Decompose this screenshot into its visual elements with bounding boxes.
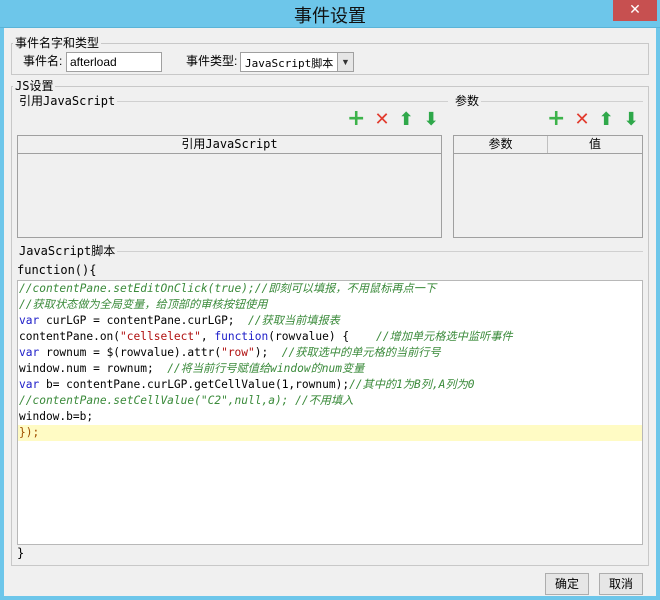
- code-token: var: [19, 378, 40, 391]
- code-line[interactable]: //contentPane.setCellValue("C2",null,a);…: [18, 393, 642, 409]
- code-token: function: [214, 330, 269, 343]
- code-token: contentPane.on(: [19, 330, 121, 343]
- code-token: window.num = rownum;: [19, 362, 168, 375]
- code-line[interactable]: var curLGP = contentPane.curLGP; //获取当前填…: [18, 313, 642, 329]
- cancel-button[interactable]: 取消: [599, 573, 643, 595]
- code-line[interactable]: window.b=b;: [18, 409, 642, 425]
- ref-js-table[interactable]: 引用JavaScript: [17, 135, 442, 238]
- ref-js-delete-icon[interactable]: ✕: [373, 111, 391, 129]
- code-token: //将当前行号赋值给window的num变量: [167, 362, 365, 375]
- code-line[interactable]: var rownum = $(rowvalue).attr("row"); //…: [18, 345, 642, 361]
- params-divider: [453, 101, 643, 102]
- code-token: //增加单元格选中监听事件: [376, 330, 513, 343]
- ref-js-move-down-icon[interactable]: ⬇: [422, 111, 440, 129]
- script-editor[interactable]: //contentPane.setEditOnClick(true);//即刻可…: [17, 280, 643, 545]
- window-title: 事件设置: [294, 6, 366, 27]
- params-move-up-icon[interactable]: ⬆: [597, 111, 615, 129]
- code-token: });: [19, 426, 40, 439]
- title-bar: 事件设置 ✕: [0, 0, 660, 28]
- code-token: //contentPane.setEditOnClick(true);//即刻可…: [19, 282, 437, 295]
- ref-js-add-icon[interactable]: +: [347, 108, 365, 130]
- params-delete-icon[interactable]: ✕: [573, 111, 591, 129]
- code-line[interactable]: var b= contentPane.curLGP.getCellValue(1…: [18, 377, 642, 393]
- code-token: //获取当前填报表: [248, 314, 340, 327]
- code-token: //其中的1为B列,A列为0: [349, 378, 475, 391]
- ref-js-legend: 引用JavaScript: [17, 94, 118, 108]
- code-token: "cellselect": [120, 330, 201, 343]
- params-column-header-name[interactable]: 参数: [454, 136, 548, 153]
- params-table-header: 参数 值: [454, 136, 642, 154]
- params-move-down-icon[interactable]: ⬇: [622, 111, 640, 129]
- event-name-label: 事件名:: [23, 54, 63, 68]
- event-type-select[interactable]: JavaScript脚本 ▼: [240, 52, 354, 72]
- code-token: ,: [200, 330, 215, 343]
- chevron-down-icon[interactable]: ▼: [337, 53, 353, 71]
- code-line[interactable]: //获取状态做为全局变量，给顶部的审核按钮使用: [18, 297, 642, 313]
- ref-js-column-header[interactable]: 引用JavaScript: [18, 136, 441, 153]
- function-close-text: }: [17, 546, 25, 560]
- params-legend: 参数: [453, 94, 482, 108]
- ref-js-table-header: 引用JavaScript: [18, 136, 441, 154]
- params-add-icon[interactable]: +: [547, 108, 565, 130]
- code-token: //获取状态做为全局变量，给顶部的审核按钮使用: [19, 298, 268, 311]
- code-token: window.b=b;: [19, 410, 94, 423]
- ref-js-move-up-icon[interactable]: ⬆: [397, 111, 415, 129]
- script-legend: JavaScript脚本: [17, 244, 118, 258]
- event-name-input[interactable]: [66, 52, 162, 72]
- event-type-label: 事件类型:: [186, 54, 238, 68]
- js-settings-legend: JS设置: [13, 79, 56, 93]
- code-line[interactable]: });: [18, 425, 642, 441]
- code-token: (rowvalue) {: [268, 330, 377, 343]
- code-token: );: [254, 346, 282, 359]
- code-token: "row": [221, 346, 255, 359]
- params-column-header-value[interactable]: 值: [548, 136, 642, 153]
- code-line[interactable]: contentPane.on("cellselect", function(ro…: [18, 329, 642, 345]
- params-table[interactable]: 参数 值: [453, 135, 643, 238]
- code-line[interactable]: window.num = rownum; //将当前行号赋值给window的nu…: [18, 361, 642, 377]
- code-token: rownum = $(rowvalue).attr(: [39, 346, 222, 359]
- function-open-text: function(){: [17, 263, 97, 277]
- code-token: //获取选中的单元格的当前行号: [281, 346, 441, 359]
- code-token: //contentPane.setCellValue("C2",null,a);…: [19, 394, 354, 407]
- event-group-legend: 事件名字和类型: [13, 36, 102, 50]
- code-token: var: [19, 346, 40, 359]
- code-token: var: [19, 314, 40, 327]
- event-type-value: JavaScript脚本: [245, 57, 334, 70]
- code-token: curLGP = contentPane.curLGP;: [39, 314, 249, 327]
- close-icon[interactable]: ✕: [613, 0, 657, 21]
- code-token: b= contentPane.curLGP.getCellValue(1,row…: [39, 378, 350, 391]
- ok-button[interactable]: 确定: [545, 573, 589, 595]
- code-line[interactable]: //contentPane.setEditOnClick(true);//即刻可…: [18, 281, 642, 297]
